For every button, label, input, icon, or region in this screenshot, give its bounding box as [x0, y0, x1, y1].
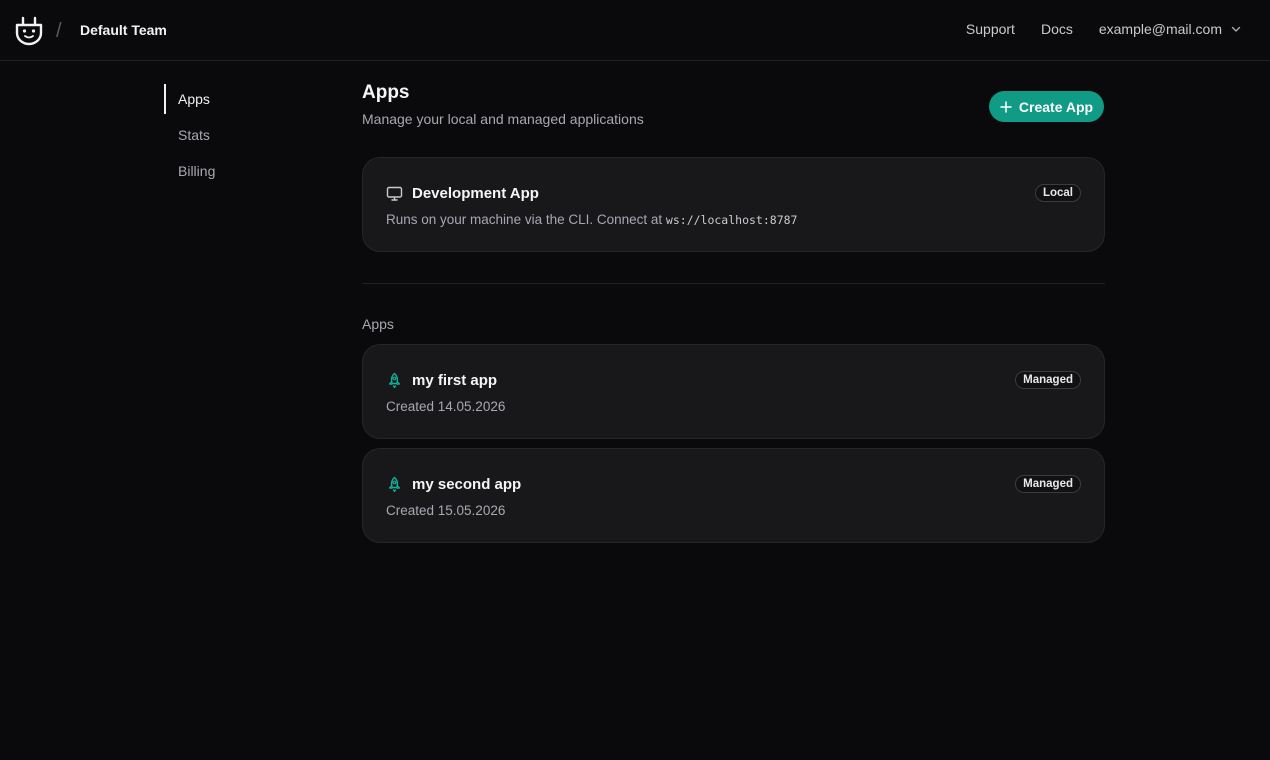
- page-title: Apps: [362, 82, 410, 103]
- app-created-date: Created 15.05.2026: [386, 503, 506, 518]
- top-bar: / Default Team Support Docs example@mail…: [0, 0, 1270, 61]
- app-name: Development App: [412, 185, 539, 202]
- app-name: my first app: [412, 372, 498, 389]
- chevron-down-icon: [1231, 26, 1241, 32]
- breadcrumb-separator: /: [56, 20, 62, 42]
- status-badge: Local: [1034, 184, 1081, 202]
- docs-link[interactable]: Docs: [1041, 21, 1073, 37]
- app-created-date: Created 14.05.2026: [386, 399, 506, 414]
- support-link[interactable]: Support: [966, 21, 1015, 37]
- sidebar-item-billing[interactable]: Billing: [164, 156, 215, 186]
- app-name: my second app: [412, 476, 522, 493]
- divider: [362, 283, 1105, 284]
- user-menu[interactable]: example@mail.com: [1099, 21, 1242, 37]
- plus-icon: [1000, 100, 1012, 113]
- monitor-icon: [386, 186, 403, 201]
- app-card-my-first-app[interactable]: my first app Managed Created 14.05.2026: [362, 344, 1105, 439]
- connect-address: ws://localhost:8787: [665, 213, 798, 227]
- logo-plug-icon[interactable]: [14, 16, 44, 46]
- create-app-button[interactable]: Create App: [989, 91, 1104, 122]
- status-badge: Managed: [1015, 371, 1081, 389]
- team-name[interactable]: Default Team: [80, 22, 167, 38]
- user-email: example@mail.com: [1098, 21, 1222, 37]
- top-nav: Support Docs example@mail.com: [966, 21, 1242, 37]
- app-description-text: Runs on your machine via the CLI. Connec…: [386, 212, 663, 227]
- development-app-card[interactable]: Development App Local Runs on your machi…: [362, 157, 1105, 252]
- rocket-icon: [388, 476, 401, 493]
- app-card-my-second-app[interactable]: my second app Managed Created 15.05.2026: [362, 448, 1105, 543]
- sidebar-item-apps[interactable]: Apps: [164, 84, 215, 114]
- sidebar: Apps Stats Billing: [164, 84, 215, 192]
- page-subtitle: Manage your local and managed applicatio…: [362, 111, 644, 127]
- section-label: Apps: [362, 316, 394, 332]
- status-badge: Managed: [1015, 475, 1081, 493]
- app-description: Runs on your machine via the CLI. Connec…: [386, 212, 797, 227]
- create-app-label: Create App: [1018, 98, 1094, 115]
- sidebar-item-stats[interactable]: Stats: [164, 120, 215, 150]
- rocket-icon: [388, 372, 401, 389]
